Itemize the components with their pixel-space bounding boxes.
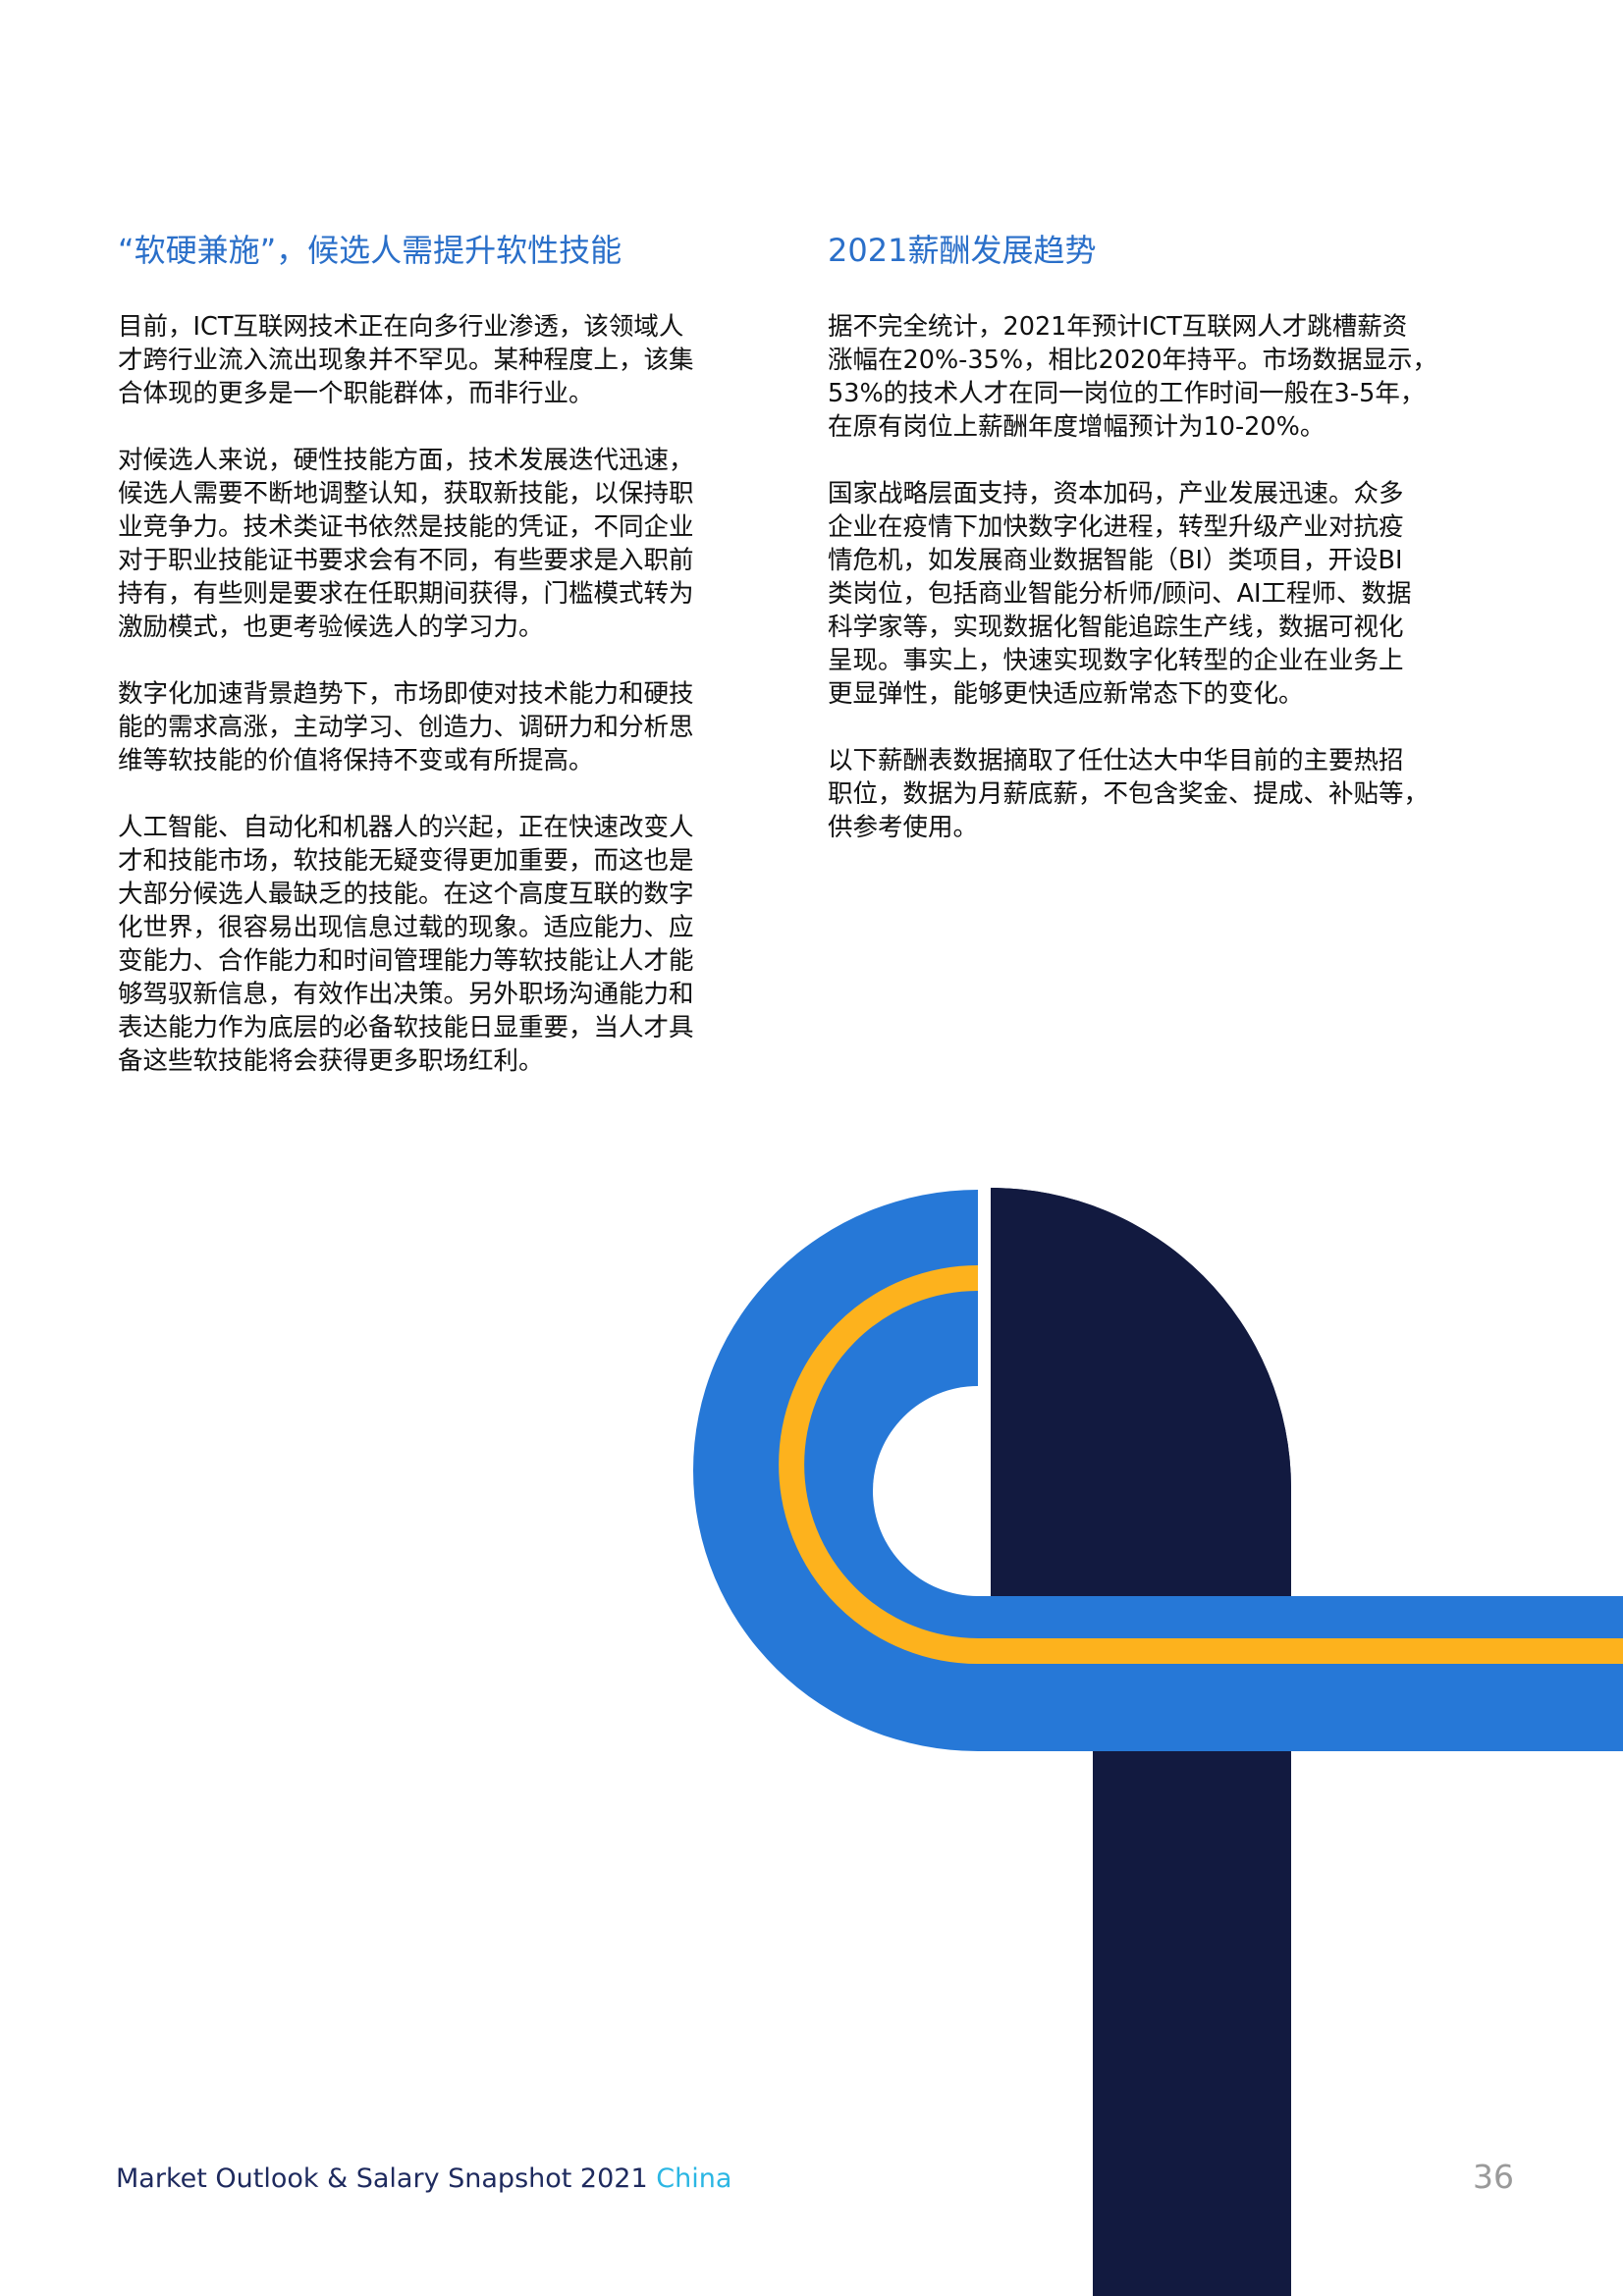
text-line: 呈现。事实上，快速实现数字化转型的企业在业务上 bbox=[828, 646, 1404, 675]
text-line: 目前，ICT互联网技术正在向多行业渗透，该领域人 bbox=[118, 312, 684, 342]
right-heading: 2021薪酬发展趋势 bbox=[828, 232, 1097, 269]
paragraph: 国家战略层面支持，资本加码，产业发展迅速。众多 企业在疫情下加快数字化进程，转型升… bbox=[828, 477, 1456, 711]
text-line: 数字化加速背景趋势下，市场即使对技术能力和硬技 bbox=[118, 679, 694, 709]
text-line: 够驾驭新信息，有效作出决策。另外职场沟通能力和 bbox=[118, 980, 694, 1009]
footer-title: Market Outlook & Salary Snapshot 2021 Ch… bbox=[116, 2163, 731, 2194]
text-line: 职位，数据为月薪底薪，不包含奖金、提成、补贴等， bbox=[828, 779, 1430, 809]
right-paragraphs: 据不完全统计，2021年预计ICT互联网人才跳槽薪资 涨幅在20%-35%，相比2… bbox=[828, 310, 1456, 844]
footer-report-title: Market Outlook & Salary Snapshot 2021 bbox=[116, 2163, 648, 2194]
paragraph: 据不完全统计，2021年预计ICT互联网人才跳槽薪资 涨幅在20%-35%，相比2… bbox=[828, 310, 1456, 444]
right-column: 2021薪酬发展趋势 据不完全统计，2021年预计ICT互联网人才跳槽薪资 涨幅在… bbox=[828, 228, 1456, 878]
text-line: 类岗位，包括商业智能分析师/顾问、AI工程师、数据 bbox=[828, 579, 1412, 609]
paragraph: 以下薪酬表数据摘取了任仕达大中华目前的主要热招 职位，数据为月薪底薪，不包含奖金、… bbox=[828, 744, 1456, 844]
paragraph: 数字化加速背景趋势下，市场即使对技术能力和硬技 能的需求高涨，主动学习、创造力、调… bbox=[118, 677, 746, 777]
text-line: 企业在疫情下加快数字化进程，转型升级产业对抗疫 bbox=[828, 512, 1404, 542]
text-line: 才跨行业流入流出现象并不罕见。某种程度上，该集 bbox=[118, 346, 694, 375]
text-line: 才和技能市场，软技能无疑变得更加重要，而这也是 bbox=[118, 846, 694, 876]
text-line: 情危机，如发展商业数据智能（BI）类项目，开设BI bbox=[828, 546, 1403, 575]
text-line: 大部分候选人最缺乏的技能。在这个高度互联的数字 bbox=[118, 880, 694, 909]
text-line: 对候选人来说，硬性技能方面，技术发展迭代迅速， bbox=[118, 446, 694, 475]
text-line: 合体现的更多是一个职能群体，而非行业。 bbox=[118, 379, 594, 408]
text-line: 激励模式，也更考验候选人的学习力。 bbox=[118, 613, 544, 642]
text-line: 更显弹性，能够更快适应新常态下的变化。 bbox=[828, 679, 1304, 709]
text-line: 能的需求高涨，主动学习、创造力、调研力和分析思 bbox=[118, 713, 694, 742]
text-line: 53%的技术人才在同一岗位的工作时间一般在3-5年， bbox=[828, 379, 1426, 408]
left-paragraphs: 目前，ICT互联网技术正在向多行业渗透，该领域人 才跨行业流入流出现象并不罕见。某… bbox=[118, 310, 746, 1078]
text-line: 化世界，很容易出现信息过载的现象。适应能力、应 bbox=[118, 913, 694, 942]
paragraph: 目前，ICT互联网技术正在向多行业渗透，该领域人 才跨行业流入流出现象并不罕见。某… bbox=[118, 310, 746, 410]
paragraph: 人工智能、自动化和机器人的兴起，正在快速改变人 才和技能市场，软技能无疑变得更加重… bbox=[118, 811, 746, 1078]
left-column: “软硬兼施”，候选人需提升软性技能 目前，ICT互联网技术正在向多行业渗透，该领… bbox=[118, 228, 746, 1111]
text-line: 国家战略层面支持，资本加码，产业发展迅速。众多 bbox=[828, 479, 1404, 508]
text-line: 对于职业技能证书要求会有不同，有些要求是入职前 bbox=[118, 546, 694, 575]
left-heading: “软硬兼施”，候选人需提升软性技能 bbox=[118, 232, 622, 269]
text-line: 候选人需要不断地调整认知，获取新技能，以保持职 bbox=[118, 479, 694, 508]
text-line: 持有，有些则是要求在任职期间获得，门槛模式转为 bbox=[118, 579, 694, 609]
page-number: 36 bbox=[1473, 2158, 1514, 2196]
text-line: 涨幅在20%-35%，相比2020年持平。市场数据显示， bbox=[828, 346, 1437, 375]
footer-region: China bbox=[656, 2163, 732, 2194]
navy-ribbon-top bbox=[991, 1188, 1291, 1596]
text-line: 科学家等，实现数据化智能追踪生产线，数据可视化 bbox=[828, 613, 1404, 642]
text-line: 据不完全统计，2021年预计ICT互联网人才跳槽薪资 bbox=[828, 312, 1408, 342]
ribbon-gap bbox=[978, 1183, 991, 1596]
paragraph: 对候选人来说，硬性技能方面，技术发展迭代迅速， 候选人需要不断地调整认知，获取新技… bbox=[118, 444, 746, 644]
text-line: 备这些软技能将会获得更多职场红利。 bbox=[118, 1046, 544, 1076]
text-line: 业竞争力。技术类证书依然是技能的凭证，不同企业 bbox=[118, 512, 694, 542]
blue-band-overlay bbox=[991, 1596, 1623, 1751]
text-line: 供参考使用。 bbox=[828, 813, 979, 842]
text-line: 表达能力作为底层的必备软技能日显重要，当人才具 bbox=[118, 1013, 694, 1042]
text-line: 在原有岗位上薪酬年度增幅预计为10-20%。 bbox=[828, 412, 1325, 442]
text-line: 人工智能、自动化和机器人的兴起，正在快速改变人 bbox=[118, 813, 694, 842]
text-line: 以下薪酬表数据摘取了任仕达大中华目前的主要热招 bbox=[828, 746, 1404, 775]
text-line: 变能力、合作能力和时间管理能力等软技能让人才能 bbox=[118, 946, 694, 976]
text-line: 维等软技能的价值将保持不变或有所提高。 bbox=[118, 746, 594, 775]
